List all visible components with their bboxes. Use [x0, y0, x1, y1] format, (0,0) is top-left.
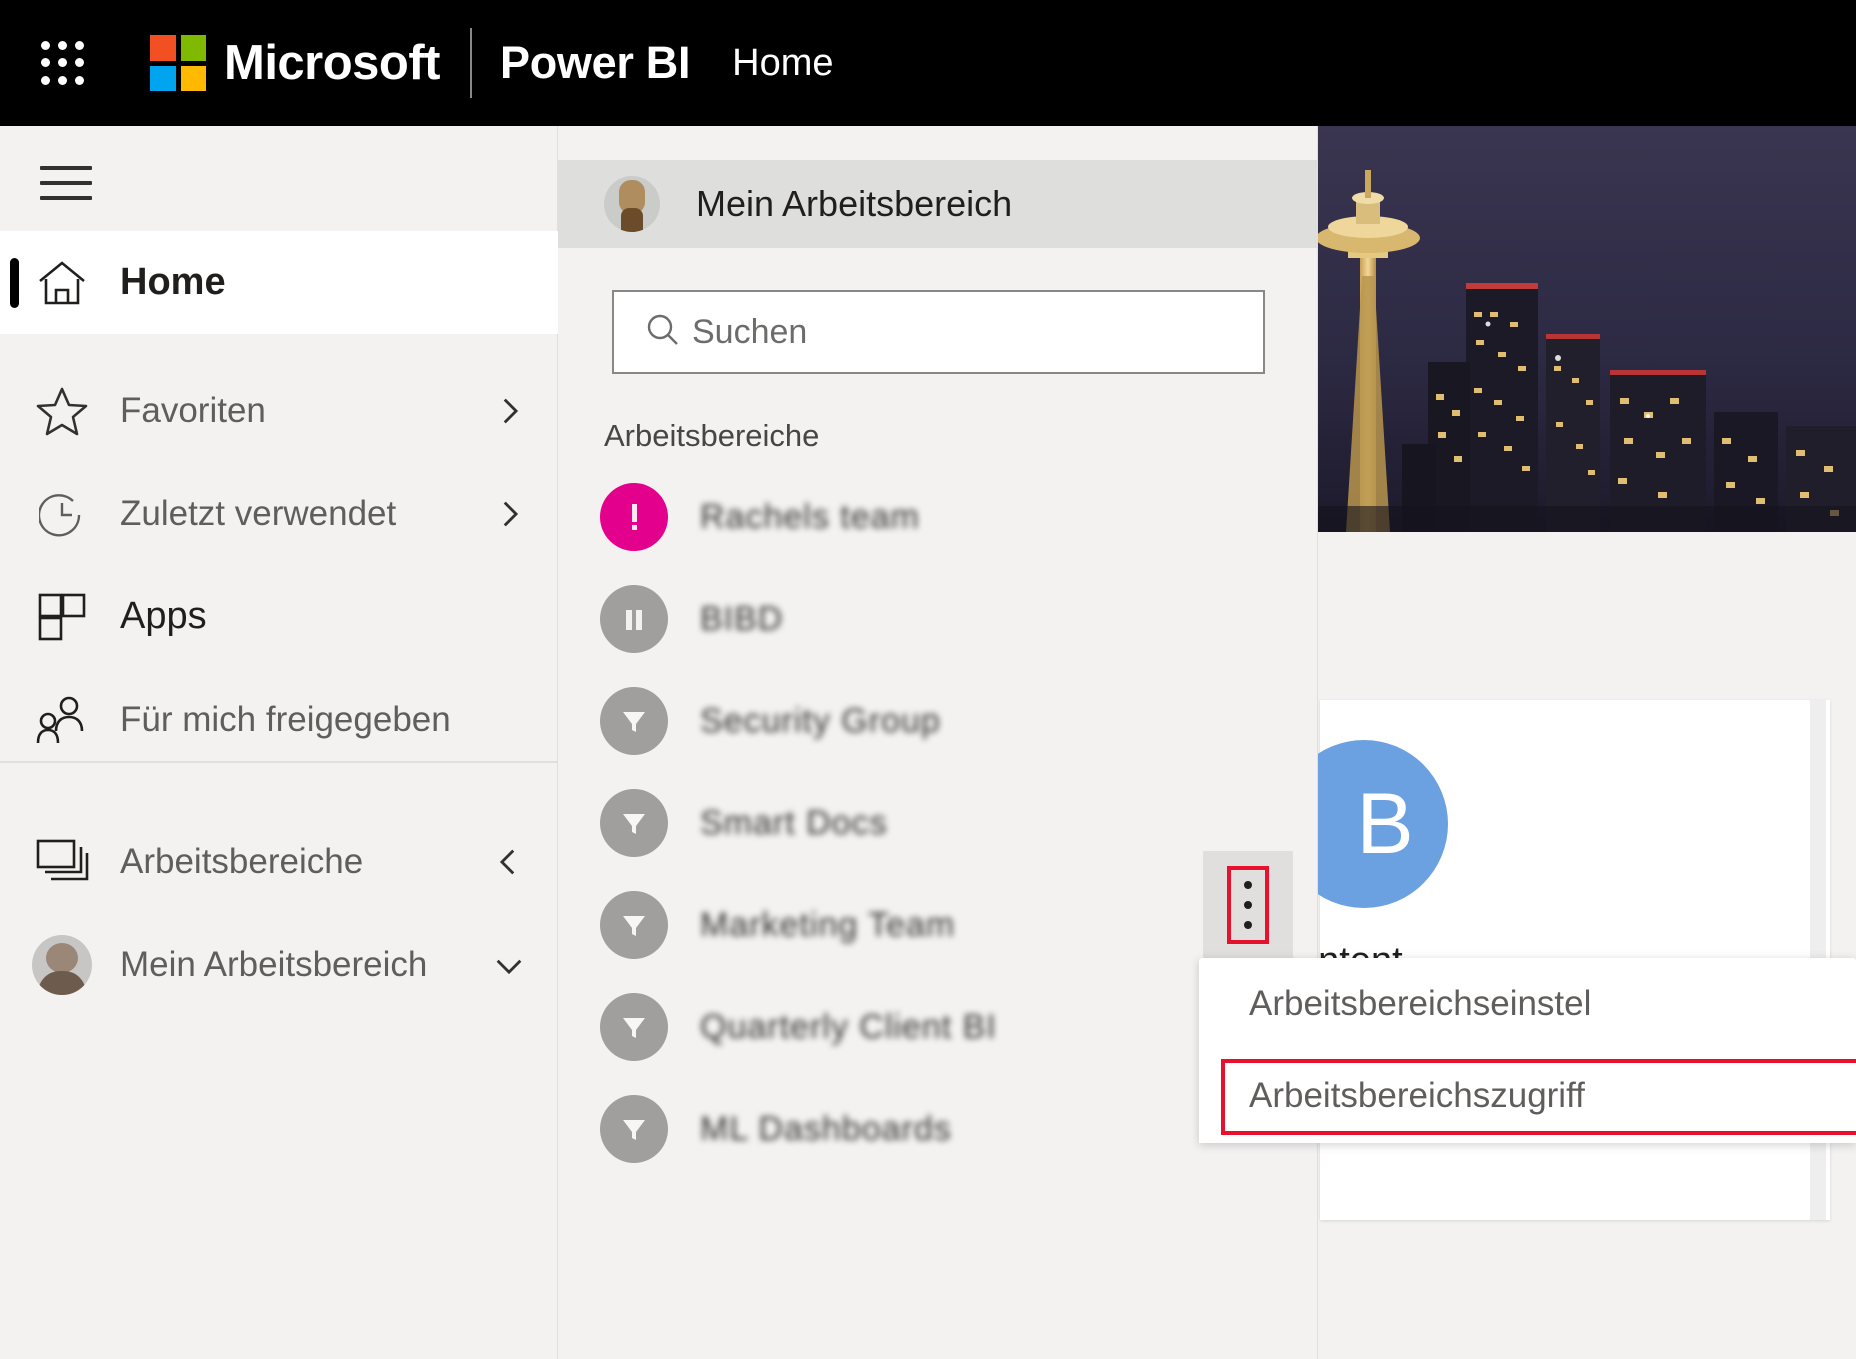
sidebar-divider: [0, 761, 558, 763]
sidebar-item-zuletzt-verwendet-label: Zuletzt verwendet: [120, 494, 396, 534]
clock-icon: [32, 491, 92, 537]
list-item-label: BIBD: [700, 600, 783, 639]
top-app-bar: Microsoft Power BI Home: [0, 0, 1856, 126]
workspace-icon: [600, 483, 668, 551]
workspace-glyph: [619, 1114, 649, 1144]
left-navigation-sidebar: Home Favoriten Zuletzt verwendet: [0, 126, 558, 1359]
apps-grid-icon: [32, 592, 92, 642]
workspace-icon: [600, 891, 668, 959]
seattle-skyline-night-photo: [1318, 126, 1856, 532]
workspaces-section-label: Arbeitsbereiche: [604, 418, 819, 454]
hamburger-menu-icon[interactable]: [40, 161, 92, 205]
list-item-label: Marketing Team: [700, 906, 955, 945]
workspace-icon: [600, 789, 668, 857]
workspace-flyout-panel: Mein Arbeitsbereich Suchen Arbeitsbereic…: [558, 126, 1318, 1359]
selection-indicator: [10, 258, 19, 308]
workspace-glyph: [619, 910, 649, 940]
sidebar-item-arbeitsbereiche[interactable]: Arbeitsbereiche: [0, 810, 558, 913]
menu-item-arbeitsbereichseinstellungen[interactable]: Arbeitsbereichseinstel: [1199, 958, 1856, 1050]
hero-banner-image: [1318, 126, 1856, 532]
app-launcher-icon[interactable]: [30, 31, 94, 95]
workspace-glyph: [619, 706, 649, 736]
workspaces-stack-icon: [32, 838, 92, 886]
sidebar-item-favoriten[interactable]: Favoriten: [0, 359, 558, 462]
home-icon: [32, 259, 92, 307]
microsoft-wordmark: Microsoft: [224, 35, 440, 91]
user-avatar: [32, 935, 92, 995]
product-name[interactable]: Power BI: [500, 37, 690, 89]
sidebar-item-mein-arbeitsbereich[interactable]: Mein Arbeitsbereich: [0, 913, 558, 1016]
workspace-icon: [600, 993, 668, 1061]
flyout-title: Mein Arbeitsbereich: [696, 183, 1012, 225]
search-placeholder: Suchen: [692, 313, 807, 352]
sidebar-item-arbeitsbereiche-label: Arbeitsbereiche: [120, 842, 363, 882]
menu-item-arbeitsbereichszugriff[interactable]: Arbeitsbereichszugriff: [1199, 1050, 1856, 1142]
people-icon: [32, 695, 92, 745]
workspace-avatar: [604, 176, 660, 232]
list-item[interactable]: BIBD: [558, 568, 1318, 670]
sidebar-item-fuer-mich-freigegeben[interactable]: Für mich freigegeben: [0, 668, 558, 771]
app-root: Microsoft Power BI Home: [0, 0, 1856, 1359]
list-item-label: Security Group: [700, 702, 941, 741]
list-item[interactable]: Security Group: [558, 670, 1318, 772]
sidebar-item-zuletzt-verwendet[interactable]: Zuletzt verwendet: [0, 462, 558, 565]
workspace-glyph: [619, 808, 649, 838]
workspace-icon: [600, 585, 668, 653]
workspace-glyph: [619, 1012, 649, 1042]
list-item-label: Rachels team: [700, 498, 920, 537]
sidebar-item-favoriten-label: Favoriten: [120, 391, 266, 431]
sidebar-item-fuer-mich-freigegeben-label: Für mich freigegeben: [120, 700, 451, 740]
star-icon: [32, 386, 92, 436]
topbar-divider: [470, 28, 472, 98]
list-item-label: ML Dashboards: [700, 1110, 952, 1149]
sidebar-item-apps[interactable]: Apps: [0, 565, 558, 668]
chevron-left-icon[interactable]: [492, 845, 526, 879]
sidebar-item-home[interactable]: Home: [0, 231, 558, 334]
microsoft-logo-icon: [150, 35, 206, 91]
sidebar-item-home-label: Home: [120, 261, 226, 304]
flyout-header[interactable]: Mein Arbeitsbereich: [558, 160, 1318, 248]
search-icon: [646, 313, 680, 352]
more-options-button[interactable]: [1203, 851, 1293, 958]
list-item[interactable]: Rachels team: [558, 466, 1318, 568]
card-badge-letter: B: [1356, 775, 1413, 874]
sidebar-item-mein-arbeitsbereich-label: Mein Arbeitsbereich: [120, 945, 427, 985]
workspace-glyph: [623, 500, 645, 534]
topbar-nav-home[interactable]: Home: [732, 42, 833, 85]
chevron-right-icon[interactable]: [492, 394, 526, 428]
microsoft-logo[interactable]: Microsoft: [150, 35, 440, 91]
workspace-icon: [600, 1095, 668, 1163]
search-input[interactable]: Suchen: [612, 290, 1265, 374]
workspace-context-menu: Arbeitsbereichseinstel Arbeitsbereichszu…: [1199, 958, 1856, 1143]
workspace-icon: [600, 687, 668, 755]
workspace-glyph: [622, 604, 646, 634]
list-item-label: Smart Docs: [700, 804, 888, 843]
more-options-vertical-icon: [1227, 866, 1269, 944]
chevron-down-icon[interactable]: [492, 948, 526, 982]
sidebar-item-apps-label: Apps: [120, 595, 207, 638]
chevron-right-icon[interactable]: [492, 497, 526, 531]
list-item-label: Quarterly Client BI: [700, 1008, 997, 1047]
